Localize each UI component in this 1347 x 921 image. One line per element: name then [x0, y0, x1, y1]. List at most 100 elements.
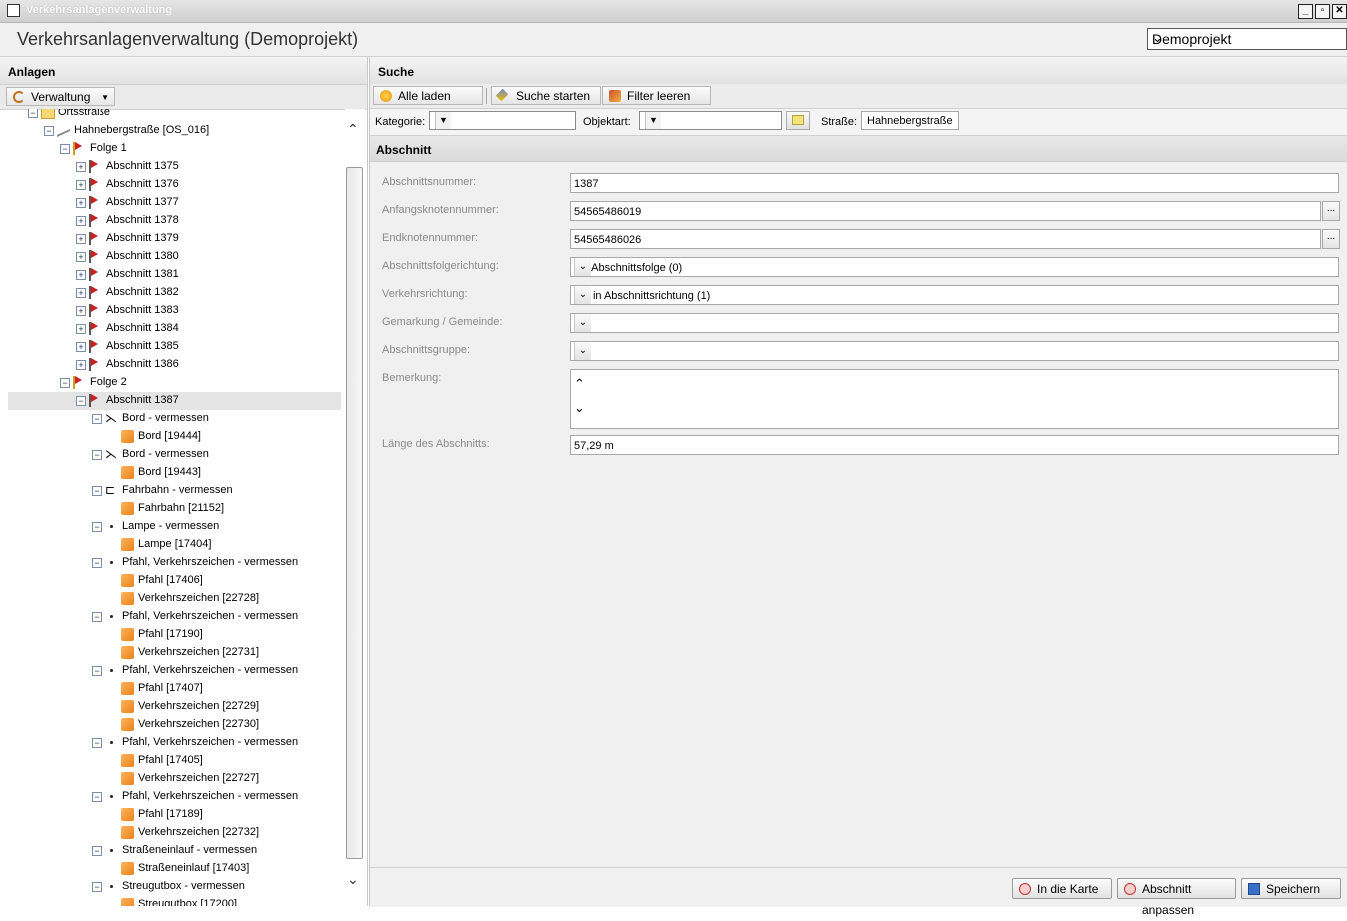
tree-node[interactable]: + Abschnitt 1375 [0, 158, 345, 176]
scrollbar-thumb[interactable] [346, 167, 363, 859]
expand-icon[interactable]: + [76, 360, 86, 370]
district-select[interactable]: ⌄ [570, 313, 1339, 333]
tree-node[interactable]: − Folge 2 [0, 374, 345, 392]
tree-node[interactable]: + Abschnitt 1381 [0, 266, 345, 284]
start-search-button[interactable]: Suche starten [491, 86, 601, 105]
tree-node[interactable]: − Pfahl, Verkehrszeichen - vermessen [0, 608, 345, 626]
end-node-input[interactable]: 54565486026 ... [570, 229, 1340, 249]
collapse-icon[interactable]: − [76, 396, 86, 406]
collapse-icon[interactable]: − [92, 792, 102, 802]
tree-node[interactable]: Fahrbahn [21152] [0, 500, 345, 518]
length-input[interactable]: 57,29 m [570, 435, 1339, 455]
to-map-button[interactable]: In die Karte [1012, 878, 1112, 899]
tree-node[interactable]: − Pfahl, Verkehrszeichen - vermessen [0, 788, 345, 806]
expand-icon[interactable]: + [76, 198, 86, 208]
collapse-icon[interactable]: − [28, 109, 38, 118]
collapse-icon[interactable]: − [92, 882, 102, 892]
tree-node[interactable]: − Ortsstraße [0, 109, 345, 122]
scroll-up-icon[interactable]: ⌃ [347, 121, 359, 138]
expand-icon[interactable]: + [76, 162, 86, 172]
traffic-dir-select[interactable]: nur in Abschnittsrichtung (1) ⌄ [570, 285, 1339, 305]
tree-node[interactable]: Verkehrszeichen [22730] [0, 716, 345, 734]
tree-node[interactable]: Straßeneinlauf [17403] [0, 860, 345, 878]
expand-icon[interactable]: + [76, 288, 86, 298]
load-all-button[interactable]: Alle laden [373, 86, 483, 105]
tree-node[interactable]: + Abschnitt 1378 [0, 212, 345, 230]
tree-node[interactable]: Verkehrszeichen [22729] [0, 698, 345, 716]
tree-node[interactable]: − ⊏ Fahrbahn - vermessen [0, 482, 345, 500]
tree-node[interactable]: + Abschnitt 1383 [0, 302, 345, 320]
tree-node[interactable]: Lampe [17404] [0, 536, 345, 554]
collapse-icon[interactable]: − [92, 738, 102, 748]
tree-node[interactable]: − Hahnebergstraße [OS_016] [0, 120, 345, 140]
collapse-icon[interactable]: − [92, 846, 102, 856]
tree-node[interactable]: − Straßeneinlauf - vermessen [0, 842, 345, 860]
collapse-icon[interactable]: − [92, 612, 102, 622]
expand-icon[interactable]: + [76, 306, 86, 316]
adjust-section-button[interactable]: Abschnitt anpassen [1117, 878, 1236, 917]
end-node-browse-button[interactable]: ... [1322, 229, 1340, 249]
tree-node[interactable]: − ⋋ Bord - vermessen [0, 446, 345, 464]
verwaltung-menu-button[interactable]: Verwaltung ▼ [6, 87, 115, 106]
tree-node[interactable]: Pfahl [17405] [0, 752, 345, 770]
tree-scrollbar[interactable]: ⌃ ⌄ [345, 109, 365, 906]
group-select[interactable]: ⌄ [570, 341, 1339, 361]
tree-node[interactable]: − Pfahl, Verkehrszeichen - vermessen [0, 554, 345, 572]
tree-node[interactable]: + Abschnitt 1385 [0, 338, 345, 356]
collapse-icon[interactable]: − [92, 414, 102, 424]
tree-node[interactable]: + Abschnitt 1379 [0, 230, 345, 248]
tree-node[interactable]: − ⋋ Bord - vermessen [0, 410, 345, 428]
expand-icon[interactable]: + [76, 216, 86, 226]
tree-node[interactable]: Verkehrszeichen [22731] [0, 644, 345, 662]
collapse-icon[interactable]: − [92, 450, 102, 460]
tree-node[interactable]: − Lampe - vermessen [0, 518, 345, 536]
scroll-down-icon[interactable]: ⌄ [347, 871, 359, 888]
expand-icon[interactable]: + [76, 180, 86, 190]
expand-icon[interactable]: + [76, 270, 86, 280]
start-node-input[interactable]: 54565486019 ... [570, 201, 1340, 221]
minimize-icon[interactable]: _ [1298, 4, 1313, 19]
collapse-icon[interactable]: − [92, 522, 102, 532]
clear-filter-button[interactable]: Filter leeren [602, 86, 711, 105]
seq-dir-select[interactable]: mit Abschnittsfolge (0) ⌄ [570, 257, 1339, 277]
tree-node[interactable]: + Abschnitt 1376 [0, 176, 345, 194]
start-node-browse-button[interactable]: ... [1322, 201, 1340, 221]
remark-textarea[interactable]: ⌃ ⌄ [570, 369, 1339, 429]
restore-icon[interactable]: ▫ [1315, 4, 1330, 19]
tree-node[interactable]: Verkehrszeichen [22728] [0, 590, 345, 608]
collapse-icon[interactable]: − [92, 558, 102, 568]
save-button[interactable]: Speichern [1241, 878, 1341, 899]
tree-node[interactable]: + Abschnitt 1386 [0, 356, 345, 374]
collapse-icon[interactable]: − [92, 486, 102, 496]
tree-node[interactable]: Streugutbox [17200] [0, 896, 345, 906]
objtype-select[interactable]: - ▼ [639, 111, 782, 130]
expand-icon[interactable]: + [76, 342, 86, 352]
expand-icon[interactable]: + [76, 252, 86, 262]
tree-node[interactable]: − Streugutbox - vermessen [0, 878, 345, 896]
tree-node[interactable]: − Abschnitt 1387 [8, 392, 341, 410]
map-select-button[interactable] [786, 111, 810, 130]
tree-node[interactable]: Pfahl [17190] [0, 626, 345, 644]
scroll-down-icon[interactable]: ⌄ [574, 400, 1334, 416]
tree-node[interactable]: + Abschnitt 1382 [0, 284, 345, 302]
scroll-up-icon[interactable]: ⌃ [574, 376, 1334, 392]
expand-icon[interactable]: + [76, 234, 86, 244]
collapse-icon[interactable]: − [44, 126, 54, 136]
close-icon[interactable]: ✕ [1332, 4, 1347, 19]
tree-node[interactable]: + Abschnitt 1377 [0, 194, 345, 212]
number-input[interactable]: 1387 [570, 173, 1339, 193]
tree-node[interactable]: − Pfahl, Verkehrszeichen - vermessen [0, 662, 345, 680]
expand-icon[interactable]: + [76, 324, 86, 334]
tree-node[interactable]: Bord [19444] [0, 428, 345, 446]
project-select[interactable]: Demoprojekt ⌄ [1147, 28, 1347, 50]
collapse-icon[interactable]: − [60, 378, 70, 388]
tree-node[interactable]: Bord [19443] [0, 464, 345, 482]
street-input[interactable]: Hahnebergstraße [861, 111, 959, 130]
tree-node[interactable]: − Pfahl, Verkehrszeichen - vermessen [0, 734, 345, 752]
tree-node[interactable]: Pfahl [17407] [0, 680, 345, 698]
tree-node[interactable]: − Folge 1 [0, 140, 345, 158]
tree-node[interactable]: Verkehrszeichen [22732] [0, 824, 345, 842]
tree-node[interactable]: Pfahl [17406] [0, 572, 345, 590]
collapse-icon[interactable]: − [92, 666, 102, 676]
tree-node[interactable]: + Abschnitt 1380 [0, 248, 345, 266]
